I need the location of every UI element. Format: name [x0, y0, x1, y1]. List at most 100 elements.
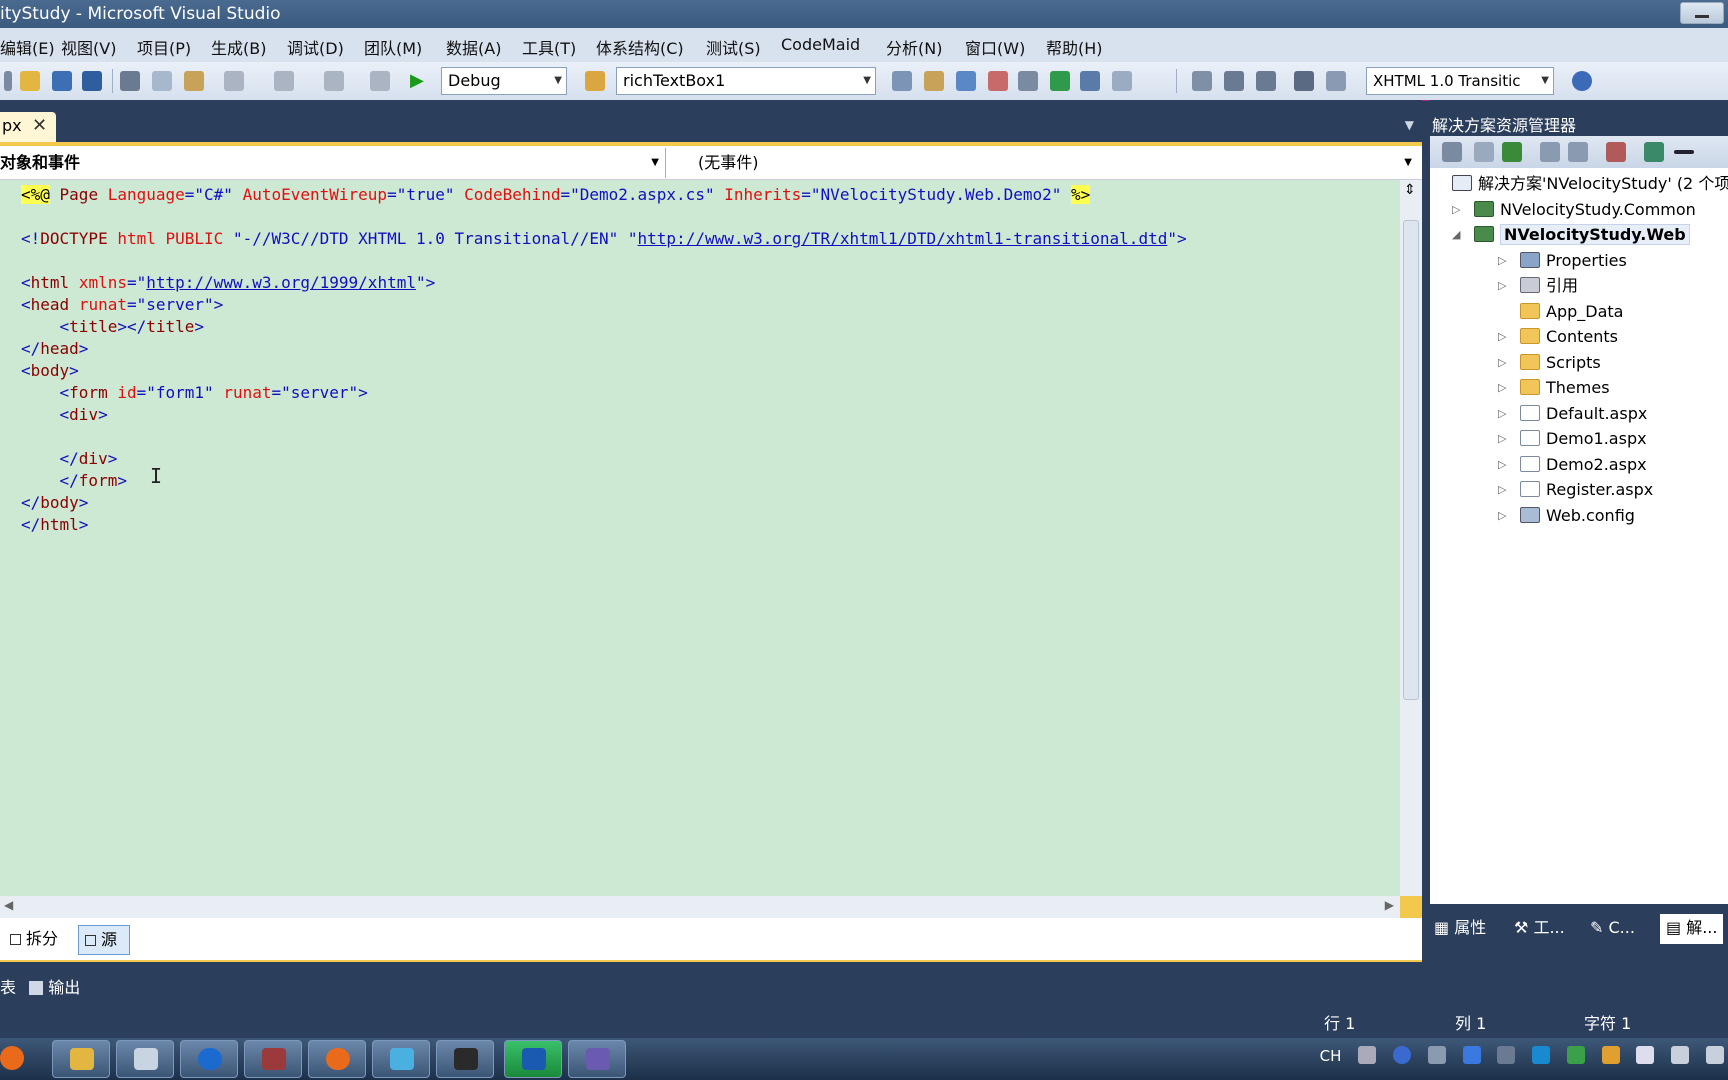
menu-architecture[interactable]: 体系结构(C) [596, 35, 684, 59]
taskbar-explorer[interactable] [52, 1040, 110, 1078]
source-view-button[interactable]: 源 [78, 925, 131, 955]
tree-item[interactable]: ▷ Default.aspx [1498, 402, 1647, 426]
flag-icon[interactable] [1636, 1046, 1655, 1064]
collapse-icon[interactable] [1674, 150, 1694, 154]
object-browser-icon[interactable] [956, 71, 976, 91]
bluetooth-icon[interactable] [1462, 1046, 1481, 1064]
taskbar-reader[interactable] [244, 1040, 302, 1078]
settings-icon[interactable] [1427, 1046, 1446, 1064]
navigate-backward-icon[interactable] [324, 71, 344, 91]
tab-solution-explorer[interactable]: ▤ 解... [1660, 914, 1724, 944]
view-code-icon[interactable] [1540, 142, 1560, 162]
menu-analyze[interactable]: 分析(N) [886, 35, 942, 59]
code-token[interactable]: http://www.w3.org/TR/xhtml1/DTD/xhtml1-t… [638, 229, 1168, 248]
expand-arrow-icon[interactable]: ▷ [1498, 325, 1506, 349]
expand-arrow-icon[interactable]: ▷ [1498, 351, 1506, 375]
solution-config-select[interactable]: Debug ▼ [441, 67, 567, 95]
expand-arrow-icon[interactable]: ▷ [1498, 478, 1506, 502]
menu-codemaid[interactable]: CodeMaid [781, 35, 860, 54]
tree-item[interactable]: 解决方案'NVelocityStudy' (2 个项 [1452, 172, 1728, 196]
menu-team[interactable]: 团队(M) [364, 35, 422, 59]
cut-icon[interactable] [120, 71, 140, 91]
taskbar-firefox[interactable] [308, 1040, 366, 1078]
expand-arrow-icon[interactable]: ▷ [1498, 402, 1506, 426]
menu-build[interactable]: 生成(B) [211, 35, 266, 59]
command-window-icon[interactable] [1112, 71, 1132, 91]
menu-test[interactable]: 测试(S) [706, 35, 761, 59]
menu-debug[interactable]: 调试(D) [287, 35, 344, 59]
expand-arrow-icon[interactable]: ▷ [1498, 453, 1506, 477]
keyboard-icon[interactable] [1358, 1046, 1377, 1064]
code-token[interactable]: http://www.w3.org/1999/xhtml [146, 273, 416, 292]
check-accessibility-icon[interactable] [1572, 71, 1592, 91]
start-page-icon[interactable] [1050, 71, 1070, 91]
split-handle-icon[interactable]: ⇕ [1404, 182, 1416, 198]
tree-item[interactable]: ◢ NVelocityStudy.Web [1452, 223, 1690, 247]
redo-icon[interactable] [274, 71, 294, 91]
taskbar-app[interactable] [372, 1040, 430, 1078]
taskbar-active-app[interactable] [504, 1040, 562, 1078]
toolbox-icon[interactable] [988, 71, 1008, 91]
scroll-left-icon[interactable]: ◀ [4, 898, 13, 912]
tree-item[interactable]: ▷ Contents [1498, 325, 1618, 349]
show-hidden-icon[interactable] [1497, 1046, 1516, 1064]
expand-arrow-icon[interactable]: ▷ [1498, 504, 1506, 528]
format-document-icon[interactable] [1192, 71, 1212, 91]
tree-item[interactable]: App_Data [1520, 300, 1623, 324]
increase-indent-icon[interactable] [1256, 71, 1276, 91]
expand-arrow-icon[interactable]: ▷ [1498, 427, 1506, 451]
show-all-files-icon[interactable] [1474, 142, 1494, 162]
find-in-files-icon[interactable] [585, 71, 605, 91]
validation-schema-select[interactable]: XHTML 1.0 Transitic ▼ [1366, 67, 1554, 95]
network-icon[interactable] [1671, 1046, 1690, 1064]
tab-demo2-aspx[interactable]: px ✕ [0, 112, 56, 142]
tree-item[interactable]: ▷ NVelocityStudy.Common [1452, 198, 1696, 222]
menu-window[interactable]: 窗口(W) [965, 35, 1025, 59]
menu-tools[interactable]: 工具(T) [522, 35, 576, 59]
properties-window-icon[interactable] [924, 71, 944, 91]
properties-icon[interactable] [1442, 142, 1462, 162]
vertical-scrollbar[interactable]: ⇕ [1400, 180, 1422, 896]
extension-manager-icon[interactable] [1080, 71, 1100, 91]
tree-item[interactable]: ▷ 引用 [1498, 274, 1578, 298]
code-map-icon[interactable] [1644, 142, 1664, 162]
tab-class-view[interactable]: ✎ C... [1590, 914, 1635, 944]
events-dropdown[interactable]: (无事件) ▼ [668, 148, 1420, 178]
split-view-button[interactable]: 拆分 [4, 925, 58, 955]
tree-item[interactable]: ▷ Themes [1498, 376, 1610, 400]
taskbar-tool[interactable] [116, 1040, 174, 1078]
menu-help[interactable]: 帮助(H) [1046, 35, 1103, 59]
copy-icon[interactable] [152, 71, 172, 91]
taskbar-visual-studio[interactable] [568, 1040, 626, 1078]
open-file-icon[interactable] [20, 71, 40, 91]
tree-item[interactable]: ▷ Demo1.aspx [1498, 427, 1647, 451]
scrollbar-thumb[interactable] [1403, 220, 1419, 700]
menu-view[interactable]: 视图(V) [61, 35, 116, 59]
expand-arrow-icon[interactable]: ▷ [1498, 274, 1506, 298]
input-language[interactable]: CH [1320, 1047, 1342, 1065]
view-designer-icon[interactable] [1568, 142, 1588, 162]
tools-icon[interactable] [1018, 71, 1038, 91]
tree-item[interactable]: ▷ Properties [1498, 249, 1627, 273]
uncomment-icon[interactable] [1326, 71, 1346, 91]
menu-data[interactable]: 数据(A) [446, 35, 501, 59]
tree-item[interactable]: ▷ Web.config [1498, 504, 1635, 528]
save-all-icon[interactable] [82, 71, 102, 91]
scroll-right-icon[interactable]: ▶ [1385, 898, 1394, 912]
class-diagram-icon[interactable] [1606, 142, 1626, 162]
expand-arrow-icon[interactable]: ▷ [1452, 198, 1460, 222]
tree-item[interactable]: ▷ Demo2.aspx [1498, 453, 1647, 477]
tree-item[interactable]: ▷ Register.aspx [1498, 478, 1653, 502]
expand-arrow-icon[interactable]: ▷ [1498, 249, 1506, 273]
expand-arrow-icon[interactable]: ▷ [1498, 376, 1506, 400]
qq-icon[interactable] [1532, 1046, 1551, 1064]
objects-events-dropdown[interactable]: 对象和事件 ▼ [0, 148, 666, 178]
start-debugging-icon[interactable]: ▶ [410, 71, 430, 91]
find-combo[interactable]: richTextBox1 ▼ [616, 67, 876, 95]
tab-output[interactable]: 输出 [48, 978, 80, 997]
comment-icon[interactable] [1294, 71, 1314, 91]
code-editor[interactable]: <%@ Page Language="C#" AutoEventWireup="… [0, 180, 1400, 896]
tree-item[interactable]: ▷ Scripts [1498, 351, 1601, 375]
menu-project[interactable]: 项目(P) [137, 35, 191, 59]
volume-icon[interactable] [1706, 1046, 1724, 1064]
